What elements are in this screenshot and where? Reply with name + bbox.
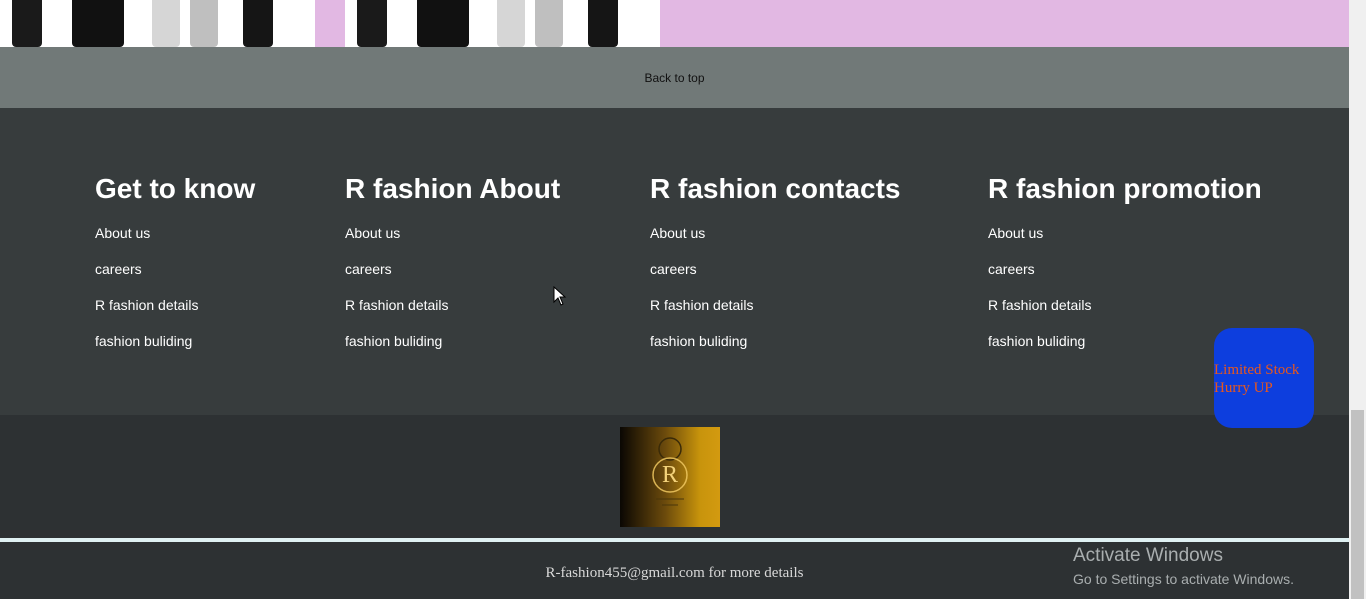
product-image[interactable] (345, 0, 660, 47)
footer-link-about-us[interactable]: About us (988, 225, 1262, 242)
brand-logo[interactable]: R (620, 427, 720, 527)
footer-link-details[interactable]: R fashion details (345, 297, 560, 314)
footer-link-building[interactable]: fashion buliding (650, 333, 900, 350)
watermark-subtitle: Go to Settings to activate Windows. (1073, 571, 1294, 587)
badge-line-1: Limited Stock (1214, 362, 1300, 378)
logo-letter: R (662, 462, 678, 488)
footer-column-heading: R fashion About (345, 173, 561, 204)
scrollbar-thumb[interactable] (1351, 410, 1364, 599)
footer-link-building[interactable]: fashion buliding (345, 333, 560, 350)
watermark-title: Activate Windows (1073, 545, 1223, 566)
footer-link-details[interactable]: R fashion details (650, 297, 900, 314)
product-gap (315, 0, 345, 47)
footer-column-heading: R fashion promotion (988, 173, 1262, 204)
footer-column-contacts: R fashion contacts About us careers R fa… (650, 172, 900, 369)
promo-background (660, 0, 1349, 47)
footer-column-heading: Get to know (95, 173, 256, 204)
mouse-cursor-icon (553, 286, 567, 306)
footer-link-details[interactable]: R fashion details (988, 297, 1262, 314)
back-to-top-link[interactable]: Back to top (0, 47, 1349, 108)
footer-link-details[interactable]: R fashion details (95, 297, 255, 314)
badge-line-2: Hurry UP (1214, 380, 1273, 396)
brand-logo-emblem: R (652, 437, 688, 506)
footer-logo-section: R (0, 415, 1349, 538)
product-image[interactable] (0, 0, 315, 47)
footer-link-about-us[interactable]: About us (650, 225, 900, 242)
footer-link-careers[interactable]: careers (650, 261, 900, 278)
activate-windows-watermark: Activate Windows Go to Settings to activ… (1073, 545, 1294, 589)
footer-link-about-us[interactable]: About us (95, 225, 255, 242)
limited-stock-badge[interactable]: Limited Stock Hurry UP (1214, 328, 1314, 428)
footer-links-section: Get to know About us careers R fashion d… (0, 108, 1349, 415)
footer-link-careers[interactable]: careers (95, 261, 255, 278)
footer-link-building[interactable]: fashion buliding (95, 333, 255, 350)
footer-column-about: R fashion About About us careers R fashi… (345, 172, 560, 369)
footer-link-careers[interactable]: careers (345, 261, 560, 278)
footer-column-get-to-know: Get to know About us careers R fashion d… (95, 172, 255, 369)
footer-column-heading: R fashion contacts (650, 173, 901, 204)
footer-link-about-us[interactable]: About us (345, 225, 560, 242)
footer-link-careers[interactable]: careers (988, 261, 1262, 278)
